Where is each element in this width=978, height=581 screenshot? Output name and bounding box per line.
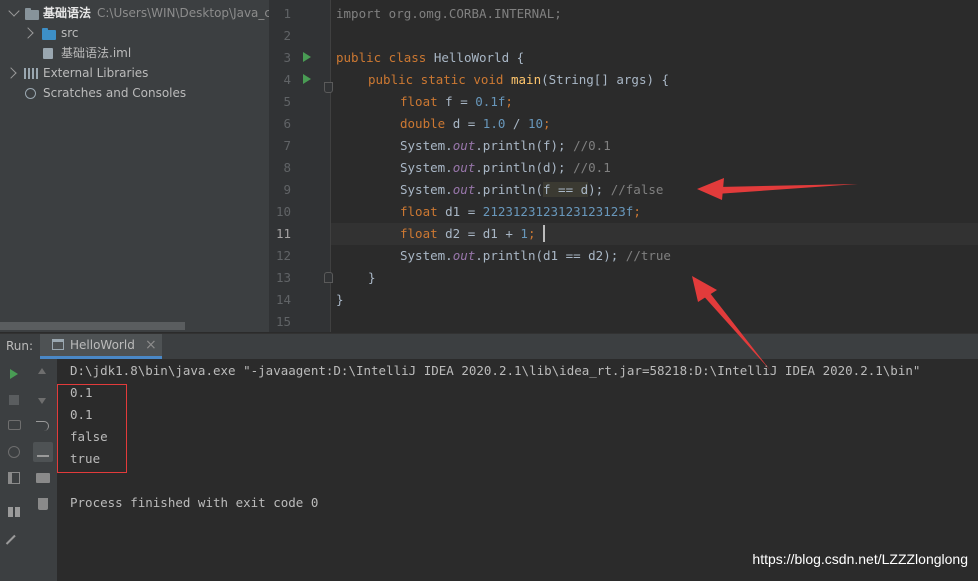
tree-item-label: 基础语法.iml	[61, 46, 132, 60]
line-number: 3	[283, 50, 291, 65]
highlighted-expression: f == d	[543, 182, 589, 197]
line-number: 13	[275, 270, 291, 285]
settings-icon[interactable]	[8, 446, 20, 458]
code-line-12: System.out.println(d1 == d2); //true	[400, 248, 671, 263]
scratches-icon	[25, 88, 36, 99]
print-icon[interactable]	[36, 473, 50, 483]
tree-item-label: src	[61, 26, 79, 40]
trash-icon[interactable]	[38, 498, 48, 510]
close-tab-icon[interactable]: ×	[145, 334, 157, 356]
iml-file-icon	[43, 48, 53, 59]
line-number: 8	[283, 160, 291, 175]
console-line: Process finished with exit code 0	[70, 495, 319, 510]
watermark: https://blog.csdn.net/LZZZlonglong	[752, 551, 968, 567]
code-line-4: public static void main(String[] args) {	[368, 72, 670, 87]
run-class-icon[interactable]	[303, 52, 311, 62]
code-line-6: double d = 1.0 / 10;	[400, 116, 551, 131]
editor-gutter[interactable]: 1 2 3 4 5 6 7 8 9 10 11 12 13 14 15	[269, 0, 333, 332]
chevron-right-icon[interactable]	[5, 67, 17, 79]
line-number: 7	[283, 138, 291, 153]
line-number: 14	[275, 292, 291, 307]
code-line-14: }	[336, 292, 344, 307]
chevron-down-icon[interactable]	[8, 5, 20, 17]
tree-item-label: Scratches and Consoles	[43, 86, 187, 100]
soft-wrap-icon[interactable]	[36, 421, 49, 431]
run-actions-bar	[0, 359, 30, 581]
module-folder-icon	[25, 8, 39, 20]
line-number-current: 11	[275, 226, 291, 241]
exit-icon[interactable]	[8, 472, 20, 484]
project-panel: 基础语法 C:\Users\WIN\Desktop\Java_c src 基础语…	[0, 0, 269, 332]
code-line-10: float d1 = 2123123123123123123f;	[400, 204, 641, 219]
text-caret	[543, 225, 545, 242]
run-label: Run:	[6, 339, 34, 353]
stop-icon[interactable]	[9, 395, 19, 405]
project-scrollbar[interactable]	[0, 322, 185, 330]
line-number: 5	[283, 94, 291, 109]
camera-icon[interactable]	[8, 420, 21, 430]
arrow-down-icon[interactable]	[38, 398, 46, 404]
tab-label: HelloWorld	[70, 338, 135, 352]
library-icon	[24, 68, 38, 79]
scroll-to-end-icon	[37, 445, 49, 457]
tree-item-label: External Libraries	[43, 66, 149, 80]
console-output[interactable]: D:\jdk1.8\bin\java.exe "-javaagent:D:\In…	[58, 359, 978, 581]
rerun-icon[interactable]	[10, 369, 18, 379]
line-number: 15	[275, 314, 291, 329]
code-line-13: }	[368, 270, 376, 285]
root-path: C:\Users\WIN\Desktop\Java_c	[97, 6, 269, 20]
line-number: 2	[283, 28, 291, 43]
chevron-right-icon[interactable]	[22, 27, 34, 39]
code-line-5: float f = 0.1f;	[400, 94, 513, 109]
line-number: 6	[283, 116, 291, 131]
scroll-to-end-button[interactable]	[33, 442, 53, 462]
code-line-7: System.out.println(f); //0.1	[400, 138, 611, 153]
tab-helloworld[interactable]: HelloWorld ×	[40, 334, 162, 359]
line-number: 10	[275, 204, 291, 219]
output-highlight-box	[57, 384, 127, 473]
code-line-8: System.out.println(d); //0.1	[400, 160, 611, 175]
line-number: 9	[283, 182, 291, 197]
console-actions-bar	[29, 359, 58, 581]
code-line-1: import org.omg.CORBA.INTERNAL;	[336, 6, 562, 21]
pin-icon[interactable]	[5, 534, 25, 554]
code-line-3: public class HelloWorld {	[336, 50, 525, 65]
line-number: 12	[275, 248, 291, 263]
console-tab-icon	[52, 339, 64, 350]
code-editor[interactable]: import org.omg.CORBA.INTERNAL; public cl…	[331, 0, 978, 332]
line-number: 4	[283, 72, 291, 87]
arrow-up-icon[interactable]	[38, 368, 46, 374]
source-folder-icon	[42, 28, 56, 40]
run-main-icon[interactable]	[303, 74, 311, 84]
code-line-9: System.out.println(f == d); //false	[400, 182, 664, 197]
line-number: 1	[283, 6, 291, 21]
layout-icon[interactable]	[8, 507, 20, 517]
root-name: 基础语法	[43, 6, 92, 20]
code-line-11: float d2 = d1 + 1;	[400, 226, 536, 241]
console-line: D:\jdk1.8\bin\java.exe "-javaagent:D:\In…	[70, 363, 921, 378]
run-toolbar: Run: HelloWorld ×	[0, 333, 978, 360]
